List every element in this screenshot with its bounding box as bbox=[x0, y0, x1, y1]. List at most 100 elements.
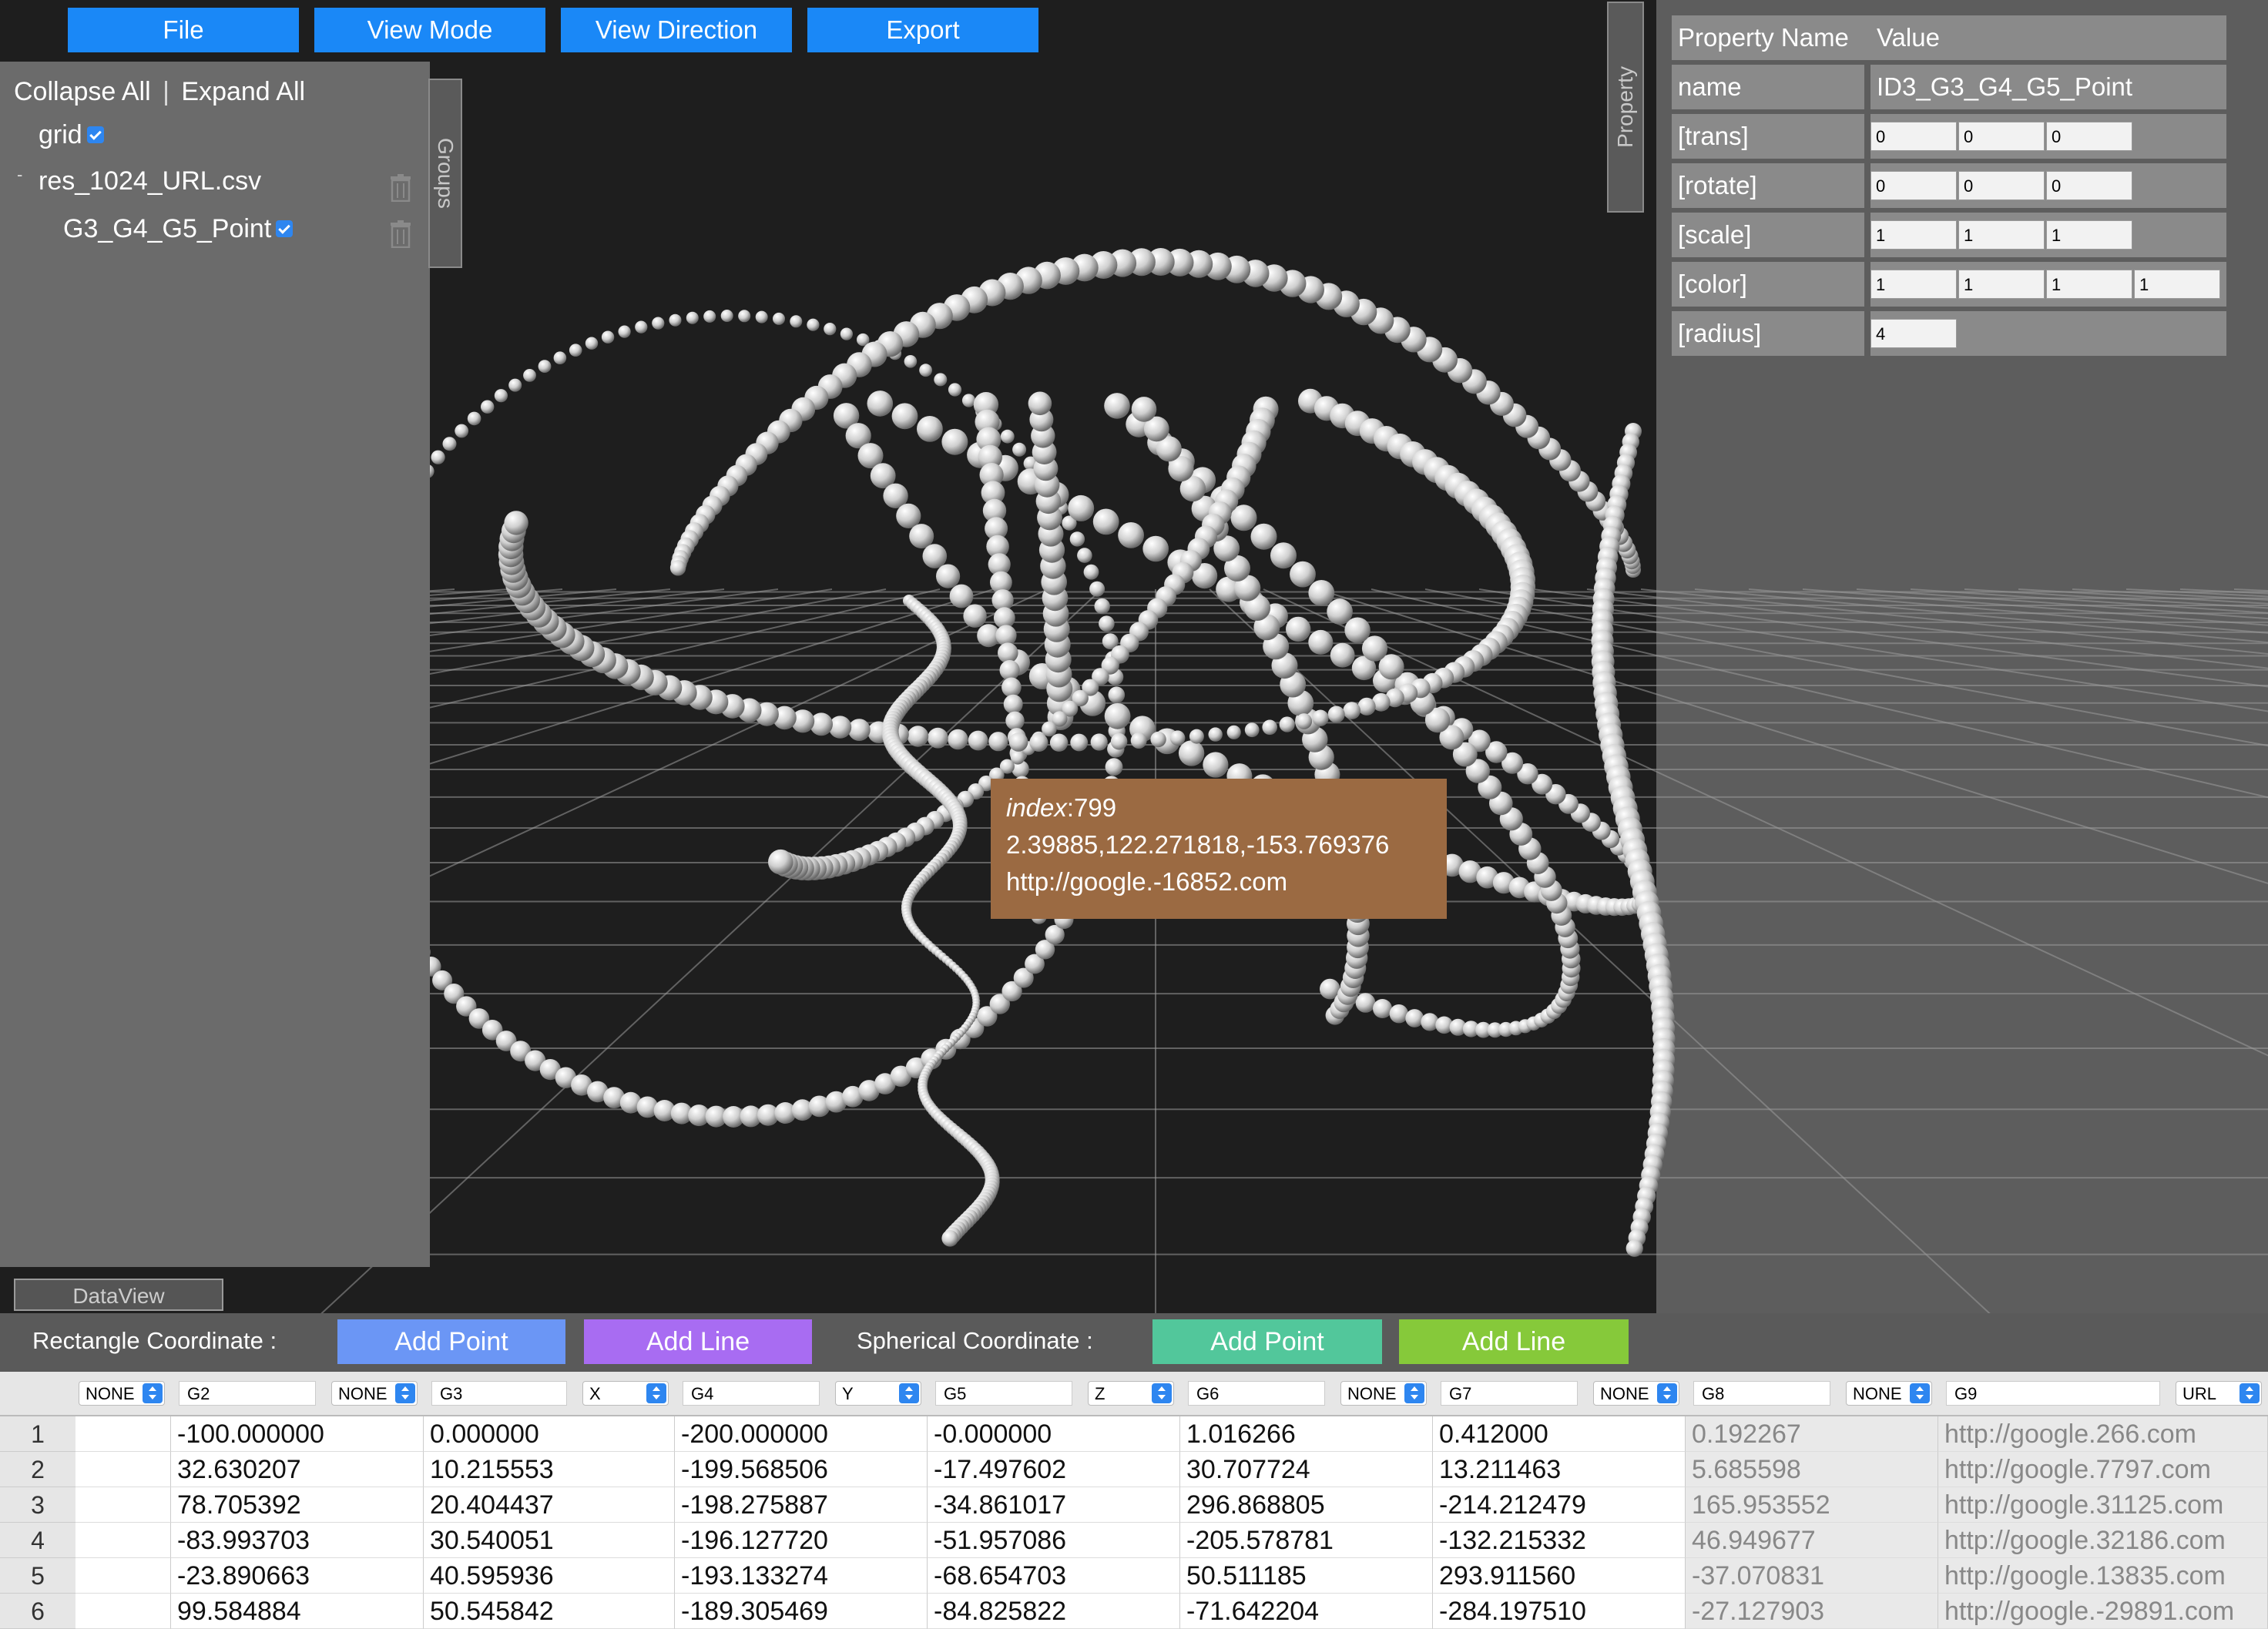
groups-side-tab[interactable]: Groups bbox=[428, 79, 462, 268]
table-cell[interactable]: 30.707724 bbox=[1180, 1452, 1433, 1487]
table-cell[interactable]: -84.825822 bbox=[928, 1594, 1180, 1629]
table-cell[interactable]: -193.133274 bbox=[675, 1558, 928, 1594]
table-cell[interactable]: -214.212479 bbox=[1433, 1487, 1686, 1523]
column-type-select[interactable]: NONE bbox=[1340, 1381, 1427, 1406]
table-cell[interactable]: 1.016266 bbox=[1180, 1416, 1433, 1452]
tree-item-point-group[interactable]: G3_G4_G5_Point bbox=[63, 214, 294, 244]
table-cell[interactable]: -196.127720 bbox=[675, 1523, 928, 1558]
column-name-field[interactable]: G3 bbox=[431, 1381, 567, 1406]
delete-file-icon[interactable] bbox=[390, 174, 411, 203]
table-cell[interactable]: -284.197510 bbox=[1433, 1594, 1686, 1629]
table-cell[interactable] bbox=[75, 1452, 171, 1487]
table-cell[interactable]: 0.192267 bbox=[1686, 1416, 1938, 1452]
property-input[interactable]: 0 bbox=[1958, 122, 2045, 151]
property-side-tab[interactable]: Property bbox=[1607, 2, 1644, 213]
table-cell[interactable] bbox=[75, 1416, 171, 1452]
table-cell[interactable]: 13.211463 bbox=[1433, 1452, 1686, 1487]
table-cell[interactable]: -189.305469 bbox=[675, 1594, 928, 1629]
property-input[interactable]: 1 bbox=[1870, 270, 1957, 299]
table-cell[interactable]: -198.275887 bbox=[675, 1487, 928, 1523]
table-cell[interactable]: 30.540051 bbox=[424, 1523, 675, 1558]
table-cell[interactable]: http://google.31125.com bbox=[1938, 1487, 2268, 1523]
column-type-select[interactable]: URL bbox=[2176, 1381, 2262, 1406]
property-input[interactable]: 0 bbox=[2046, 122, 2132, 151]
table-cell[interactable]: http://google.7797.com bbox=[1938, 1452, 2268, 1487]
table-cell[interactable]: -71.642204 bbox=[1180, 1594, 1433, 1629]
table-cell[interactable]: http://google.266.com bbox=[1938, 1416, 2268, 1452]
point-group-visibility-checkbox[interactable] bbox=[276, 220, 294, 238]
property-input[interactable]: 4 bbox=[1870, 319, 1957, 348]
table-cell[interactable]: 10.215553 bbox=[424, 1452, 675, 1487]
table-cell[interactable]: http://google.13835.com bbox=[1938, 1558, 2268, 1594]
table-cell[interactable]: -34.861017 bbox=[928, 1487, 1180, 1523]
property-input[interactable]: 1 bbox=[2046, 270, 2132, 299]
table-cell[interactable]: 20.404437 bbox=[424, 1487, 675, 1523]
column-type-select[interactable]: NONE bbox=[1593, 1381, 1679, 1406]
export-menu-button[interactable]: Export bbox=[807, 8, 1038, 52]
column-name-field[interactable]: G7 bbox=[1441, 1381, 1578, 1406]
column-name-field[interactable]: G2 bbox=[179, 1381, 316, 1406]
table-cell[interactable]: -51.957086 bbox=[928, 1523, 1180, 1558]
table-cell[interactable]: -68.654703 bbox=[928, 1558, 1180, 1594]
table-cell[interactable] bbox=[75, 1558, 171, 1594]
table-cell[interactable]: 165.953552 bbox=[1686, 1487, 1938, 1523]
table-cell[interactable] bbox=[75, 1594, 171, 1629]
property-input[interactable]: 1 bbox=[1870, 220, 1957, 250]
delete-group-icon[interactable] bbox=[390, 220, 411, 249]
tree-item-grid[interactable]: grid bbox=[39, 120, 104, 150]
column-type-select[interactable]: NONE bbox=[1846, 1381, 1932, 1406]
property-input[interactable]: 0 bbox=[2046, 171, 2132, 200]
table-cell[interactable]: 296.868805 bbox=[1180, 1487, 1433, 1523]
table-cell[interactable]: 50.545842 bbox=[424, 1594, 675, 1629]
expander-toggle[interactable]: - bbox=[17, 165, 22, 185]
table-cell[interactable]: 50.511185 bbox=[1180, 1558, 1433, 1594]
property-input[interactable]: 0 bbox=[1958, 171, 2045, 200]
table-cell[interactable]: 40.595936 bbox=[424, 1558, 675, 1594]
view-direction-menu-button[interactable]: View Direction bbox=[561, 8, 792, 52]
table-cell[interactable]: -132.215332 bbox=[1433, 1523, 1686, 1558]
expand-all-link[interactable]: Expand All bbox=[181, 77, 305, 106]
table-cell[interactable]: 5.685598 bbox=[1686, 1452, 1938, 1487]
column-name-field[interactable]: G6 bbox=[1188, 1381, 1325, 1406]
property-input[interactable]: 0 bbox=[1870, 122, 1957, 151]
table-cell[interactable]: -27.127903 bbox=[1686, 1594, 1938, 1629]
column-type-select[interactable]: Y bbox=[835, 1381, 921, 1406]
file-menu-button[interactable]: File bbox=[68, 8, 299, 52]
table-cell[interactable]: -205.578781 bbox=[1180, 1523, 1433, 1558]
table-cell[interactable]: -200.000000 bbox=[675, 1416, 928, 1452]
property-input[interactable]: 1 bbox=[2134, 270, 2220, 299]
column-type-select[interactable]: NONE bbox=[79, 1381, 165, 1406]
property-input[interactable]: 1 bbox=[2046, 220, 2132, 250]
column-type-select[interactable]: NONE bbox=[331, 1381, 418, 1406]
table-cell[interactable]: 46.949677 bbox=[1686, 1523, 1938, 1558]
column-name-field[interactable]: G8 bbox=[1693, 1381, 1830, 1406]
table-cell[interactable]: -199.568506 bbox=[675, 1452, 928, 1487]
table-cell[interactable]: -17.497602 bbox=[928, 1452, 1180, 1487]
table-cell[interactable]: http://google.-29891.com bbox=[1938, 1594, 2268, 1629]
column-name-field[interactable]: G9 bbox=[1946, 1381, 2160, 1406]
table-cell[interactable]: 0.000000 bbox=[424, 1416, 675, 1452]
sph-add-line-button[interactable]: Add Line bbox=[1399, 1319, 1629, 1364]
tree-item-csv-file[interactable]: res_1024_URL.csv bbox=[39, 166, 261, 196]
column-type-select[interactable]: Z bbox=[1088, 1381, 1174, 1406]
name-value[interactable]: ID3_G3_G4_G5_Point bbox=[1870, 65, 2226, 109]
table-cell[interactable]: 32.630207 bbox=[171, 1452, 424, 1487]
table-cell[interactable] bbox=[75, 1487, 171, 1523]
rect-add-point-button[interactable]: Add Point bbox=[337, 1319, 565, 1364]
property-input[interactable]: 1 bbox=[1958, 220, 2045, 250]
property-input[interactable]: 0 bbox=[1870, 171, 1957, 200]
property-input[interactable]: 1 bbox=[1958, 270, 2045, 299]
table-cell[interactable]: 78.705392 bbox=[171, 1487, 424, 1523]
column-type-select[interactable]: X bbox=[582, 1381, 669, 1406]
table-cell[interactable]: -100.000000 bbox=[171, 1416, 424, 1452]
column-name-field[interactable]: G4 bbox=[683, 1381, 820, 1406]
table-cell[interactable]: http://google.32186.com bbox=[1938, 1523, 2268, 1558]
table-cell[interactable]: -0.000000 bbox=[928, 1416, 1180, 1452]
table-cell[interactable]: 293.911560 bbox=[1433, 1558, 1686, 1594]
table-cell[interactable] bbox=[75, 1523, 171, 1558]
rect-add-line-button[interactable]: Add Line bbox=[584, 1319, 812, 1364]
table-cell[interactable]: 99.584884 bbox=[171, 1594, 424, 1629]
view-mode-menu-button[interactable]: View Mode bbox=[314, 8, 545, 52]
column-name-field[interactable]: G5 bbox=[935, 1381, 1072, 1406]
table-cell[interactable]: -83.993703 bbox=[171, 1523, 424, 1558]
